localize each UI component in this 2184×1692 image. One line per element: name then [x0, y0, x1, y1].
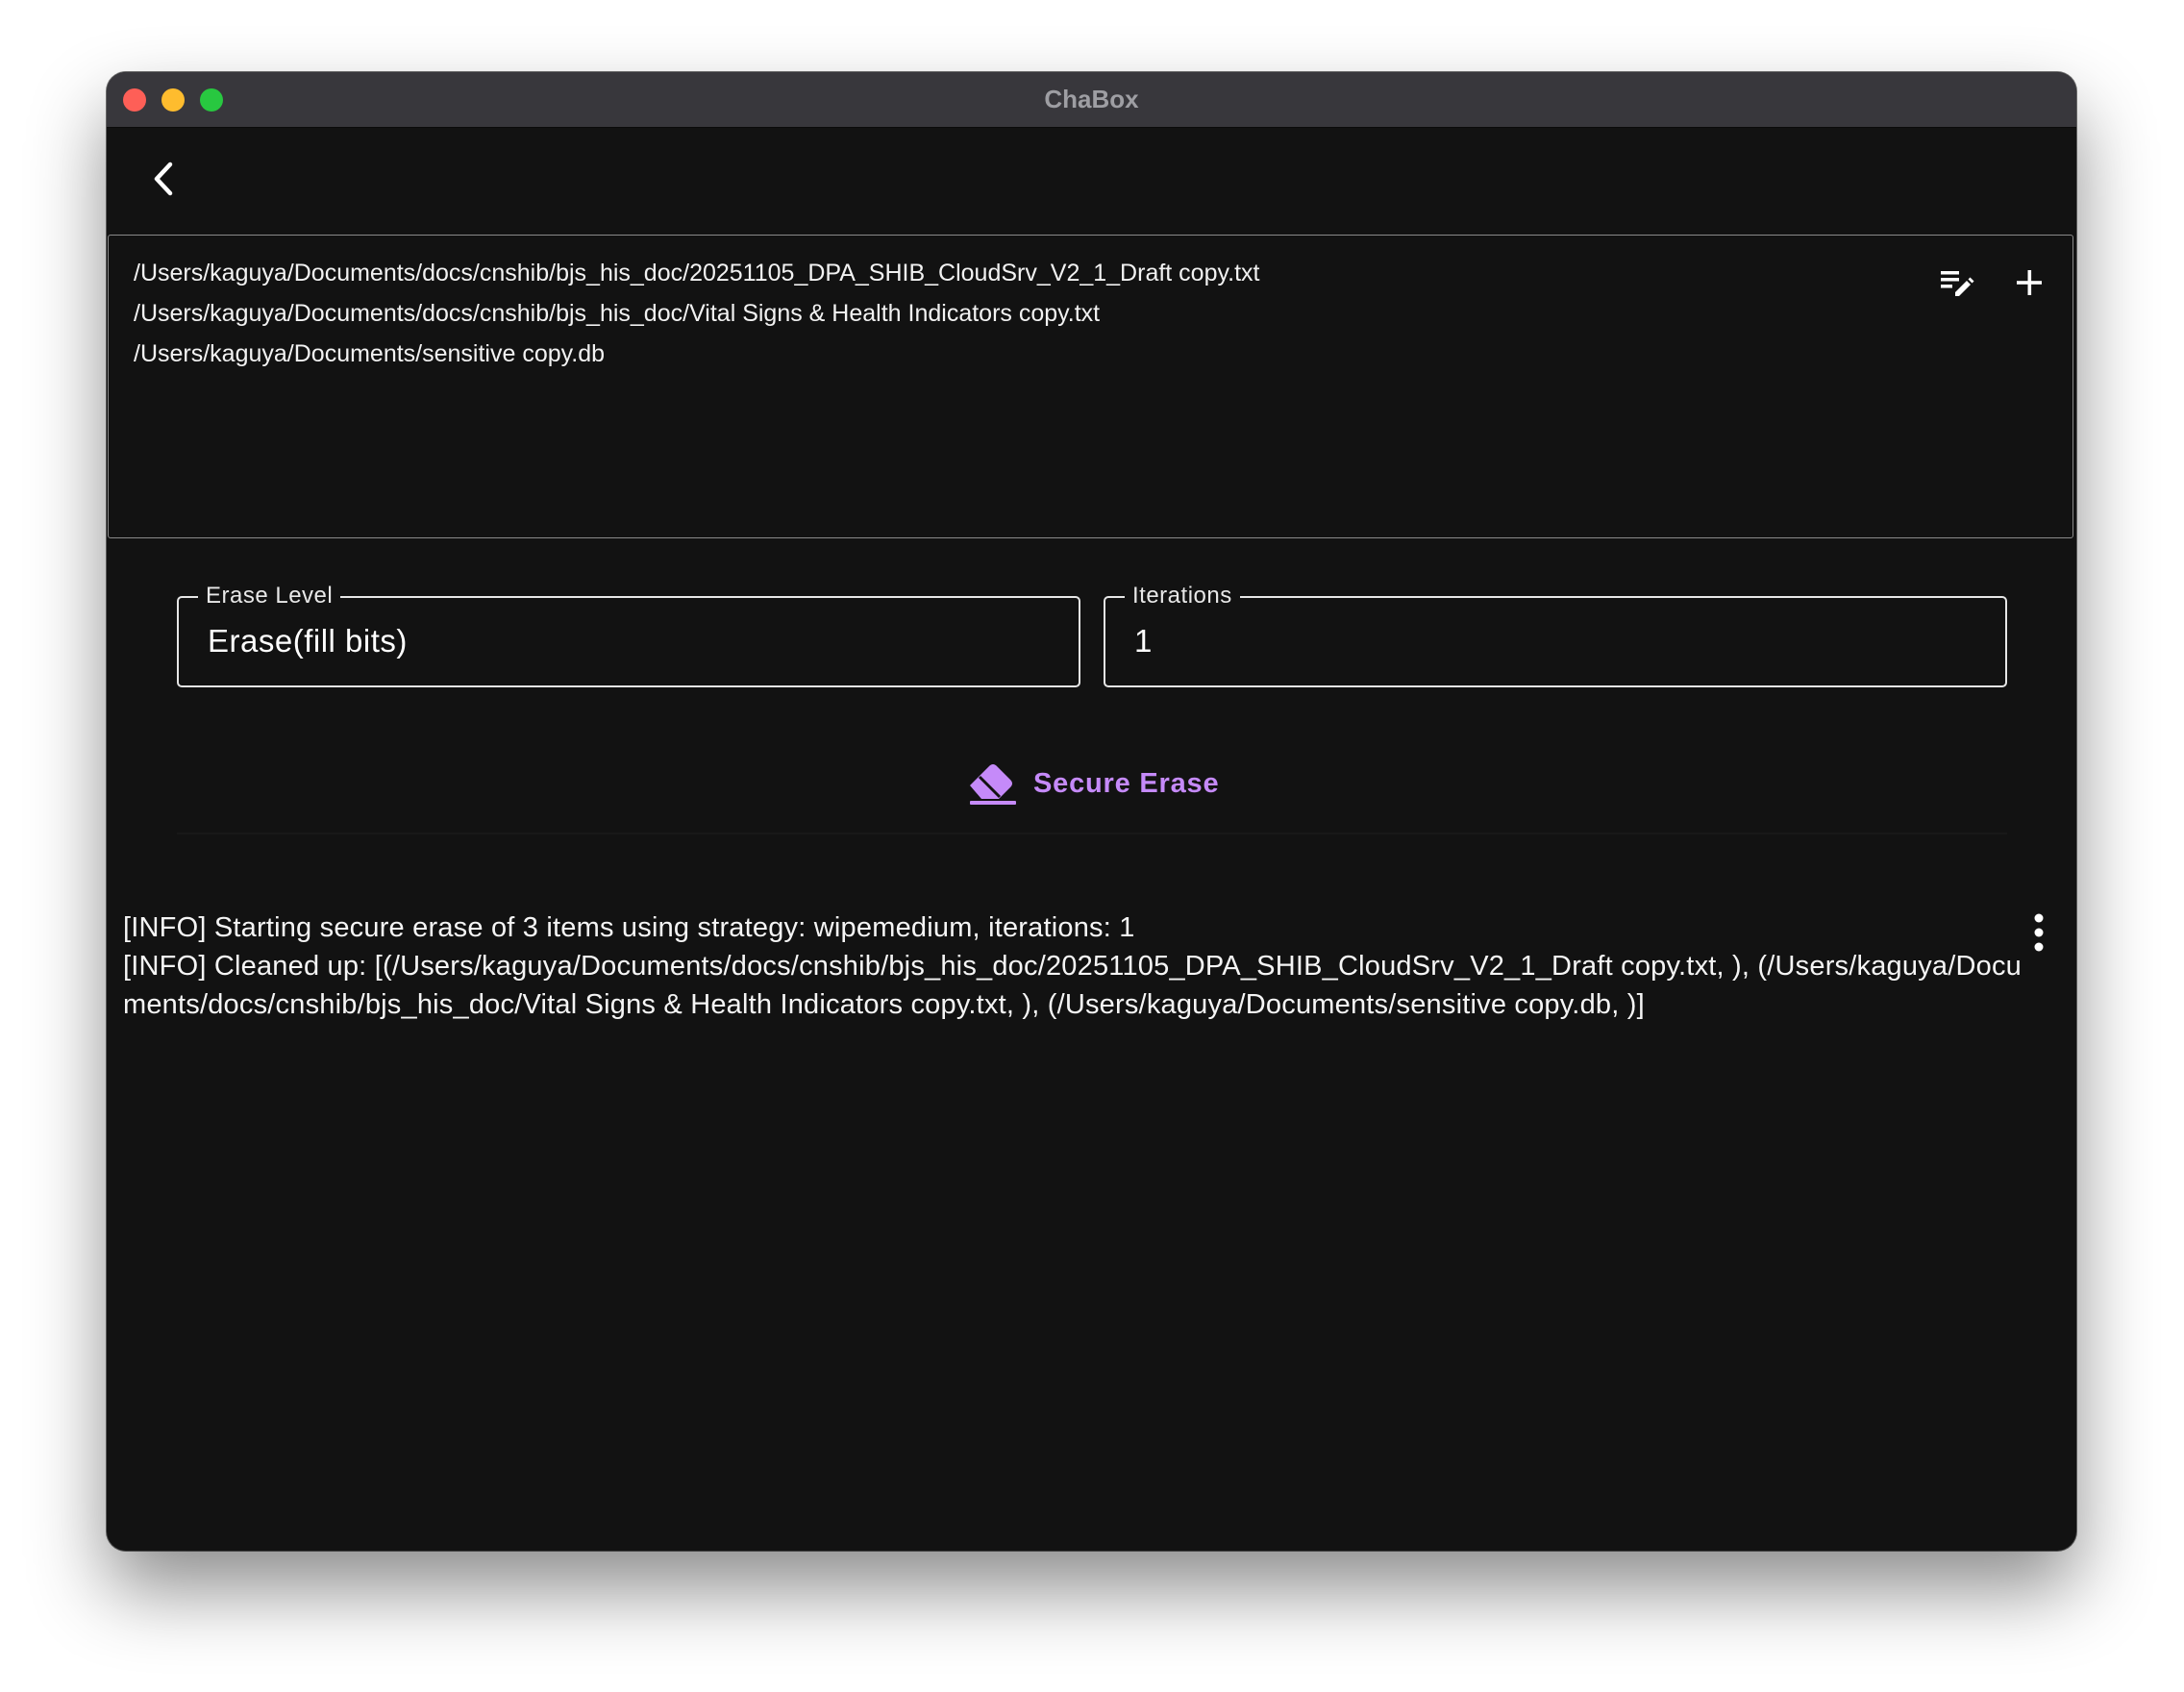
file-item[interactable]: /Users/kaguya/Documents/docs/cnshib/bjs_…	[134, 253, 1259, 293]
playlist-edit-icon	[1941, 271, 1974, 296]
app-window: ChaBox /Users/kaguya/Documents/docs/cnsh…	[107, 72, 2076, 1551]
erase-level-select[interactable]: Erase Level Erase(fill bits)	[177, 583, 1080, 687]
eraser-icon	[970, 764, 1016, 805]
iterations-value: 1	[1134, 623, 1153, 659]
file-list-panel[interactable]: /Users/kaguya/Documents/docs/cnshib/bjs_…	[108, 235, 2073, 538]
log-menu-button[interactable]	[2020, 908, 2058, 957]
log-line: [INFO] Cleaned up: [(/Users/kaguya/Docum…	[123, 951, 2022, 1020]
file-item[interactable]: /Users/kaguya/Documents/docs/cnshib/bjs_…	[134, 293, 1259, 334]
file-list: /Users/kaguya/Documents/docs/cnshib/bjs_…	[134, 253, 1259, 374]
plus-icon	[2017, 270, 2042, 295]
erase-level-label: Erase Level	[198, 583, 341, 610]
chevron-left-icon	[154, 162, 173, 196]
window-title: ChaBox	[1044, 85, 1139, 113]
more-vertical-icon	[2034, 913, 2044, 952]
file-item[interactable]: /Users/kaguya/Documents/sensitive copy.d…	[134, 334, 1259, 374]
divider	[177, 833, 2007, 834]
secure-erase-label: Secure Erase	[1033, 767, 1220, 799]
edit-list-button[interactable]	[1935, 261, 1979, 305]
iterations-field[interactable]: Iterations 1	[1104, 583, 2007, 687]
add-file-button[interactable]	[2007, 261, 2051, 305]
log-line: [INFO] Starting secure erase of 3 items …	[123, 912, 1135, 943]
title-bar: ChaBox	[107, 72, 2076, 128]
secure-erase-button[interactable]: Secure Erase	[953, 745, 1232, 822]
erase-level-value: Erase(fill bits)	[208, 623, 408, 659]
log-output: [INFO] Starting secure erase of 3 items …	[123, 908, 2031, 1024]
iterations-label: Iterations	[1125, 583, 1240, 610]
back-button[interactable]	[141, 155, 189, 203]
